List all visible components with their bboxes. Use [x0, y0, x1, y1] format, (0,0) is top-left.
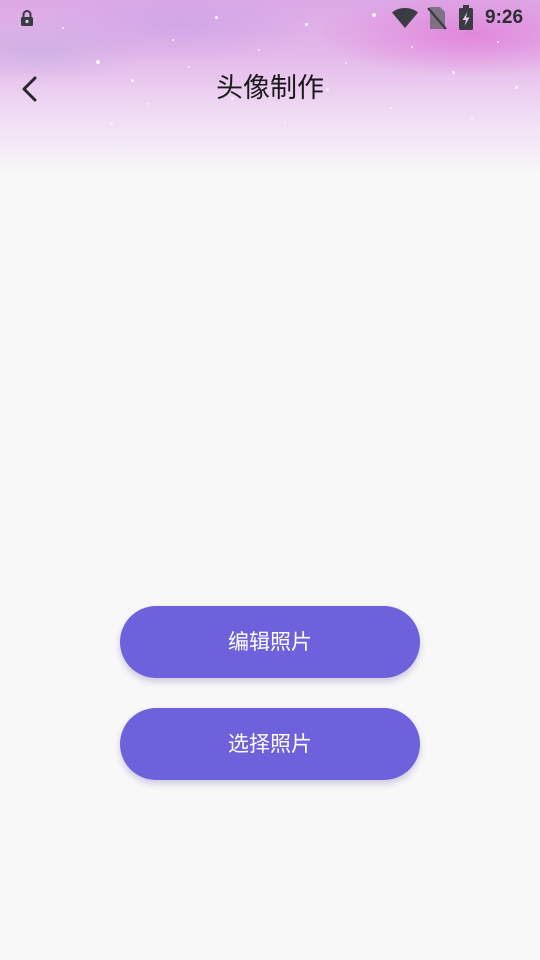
wifi-icon [391, 7, 419, 29]
sparkle [258, 49, 260, 51]
sparkle [497, 41, 499, 43]
sparkle [110, 122, 113, 125]
sparkle [96, 60, 100, 64]
sparkle [172, 39, 174, 41]
sparkle [345, 62, 347, 64]
battery-charging-icon [458, 5, 474, 31]
sparkle [471, 118, 473, 120]
sparkle [188, 66, 190, 68]
sparkle [411, 46, 413, 48]
no-sim-icon [427, 6, 447, 30]
select-photo-button[interactable]: 选择照片 [120, 708, 420, 780]
status-bar: 9:26 [0, 0, 540, 36]
page-title: 头像制作 [216, 73, 324, 104]
lock-icon [18, 9, 36, 27]
status-time: 9:26 [485, 7, 524, 28]
edit-photo-button[interactable]: 编辑照片 [120, 606, 420, 678]
sparkle [284, 121, 286, 123]
